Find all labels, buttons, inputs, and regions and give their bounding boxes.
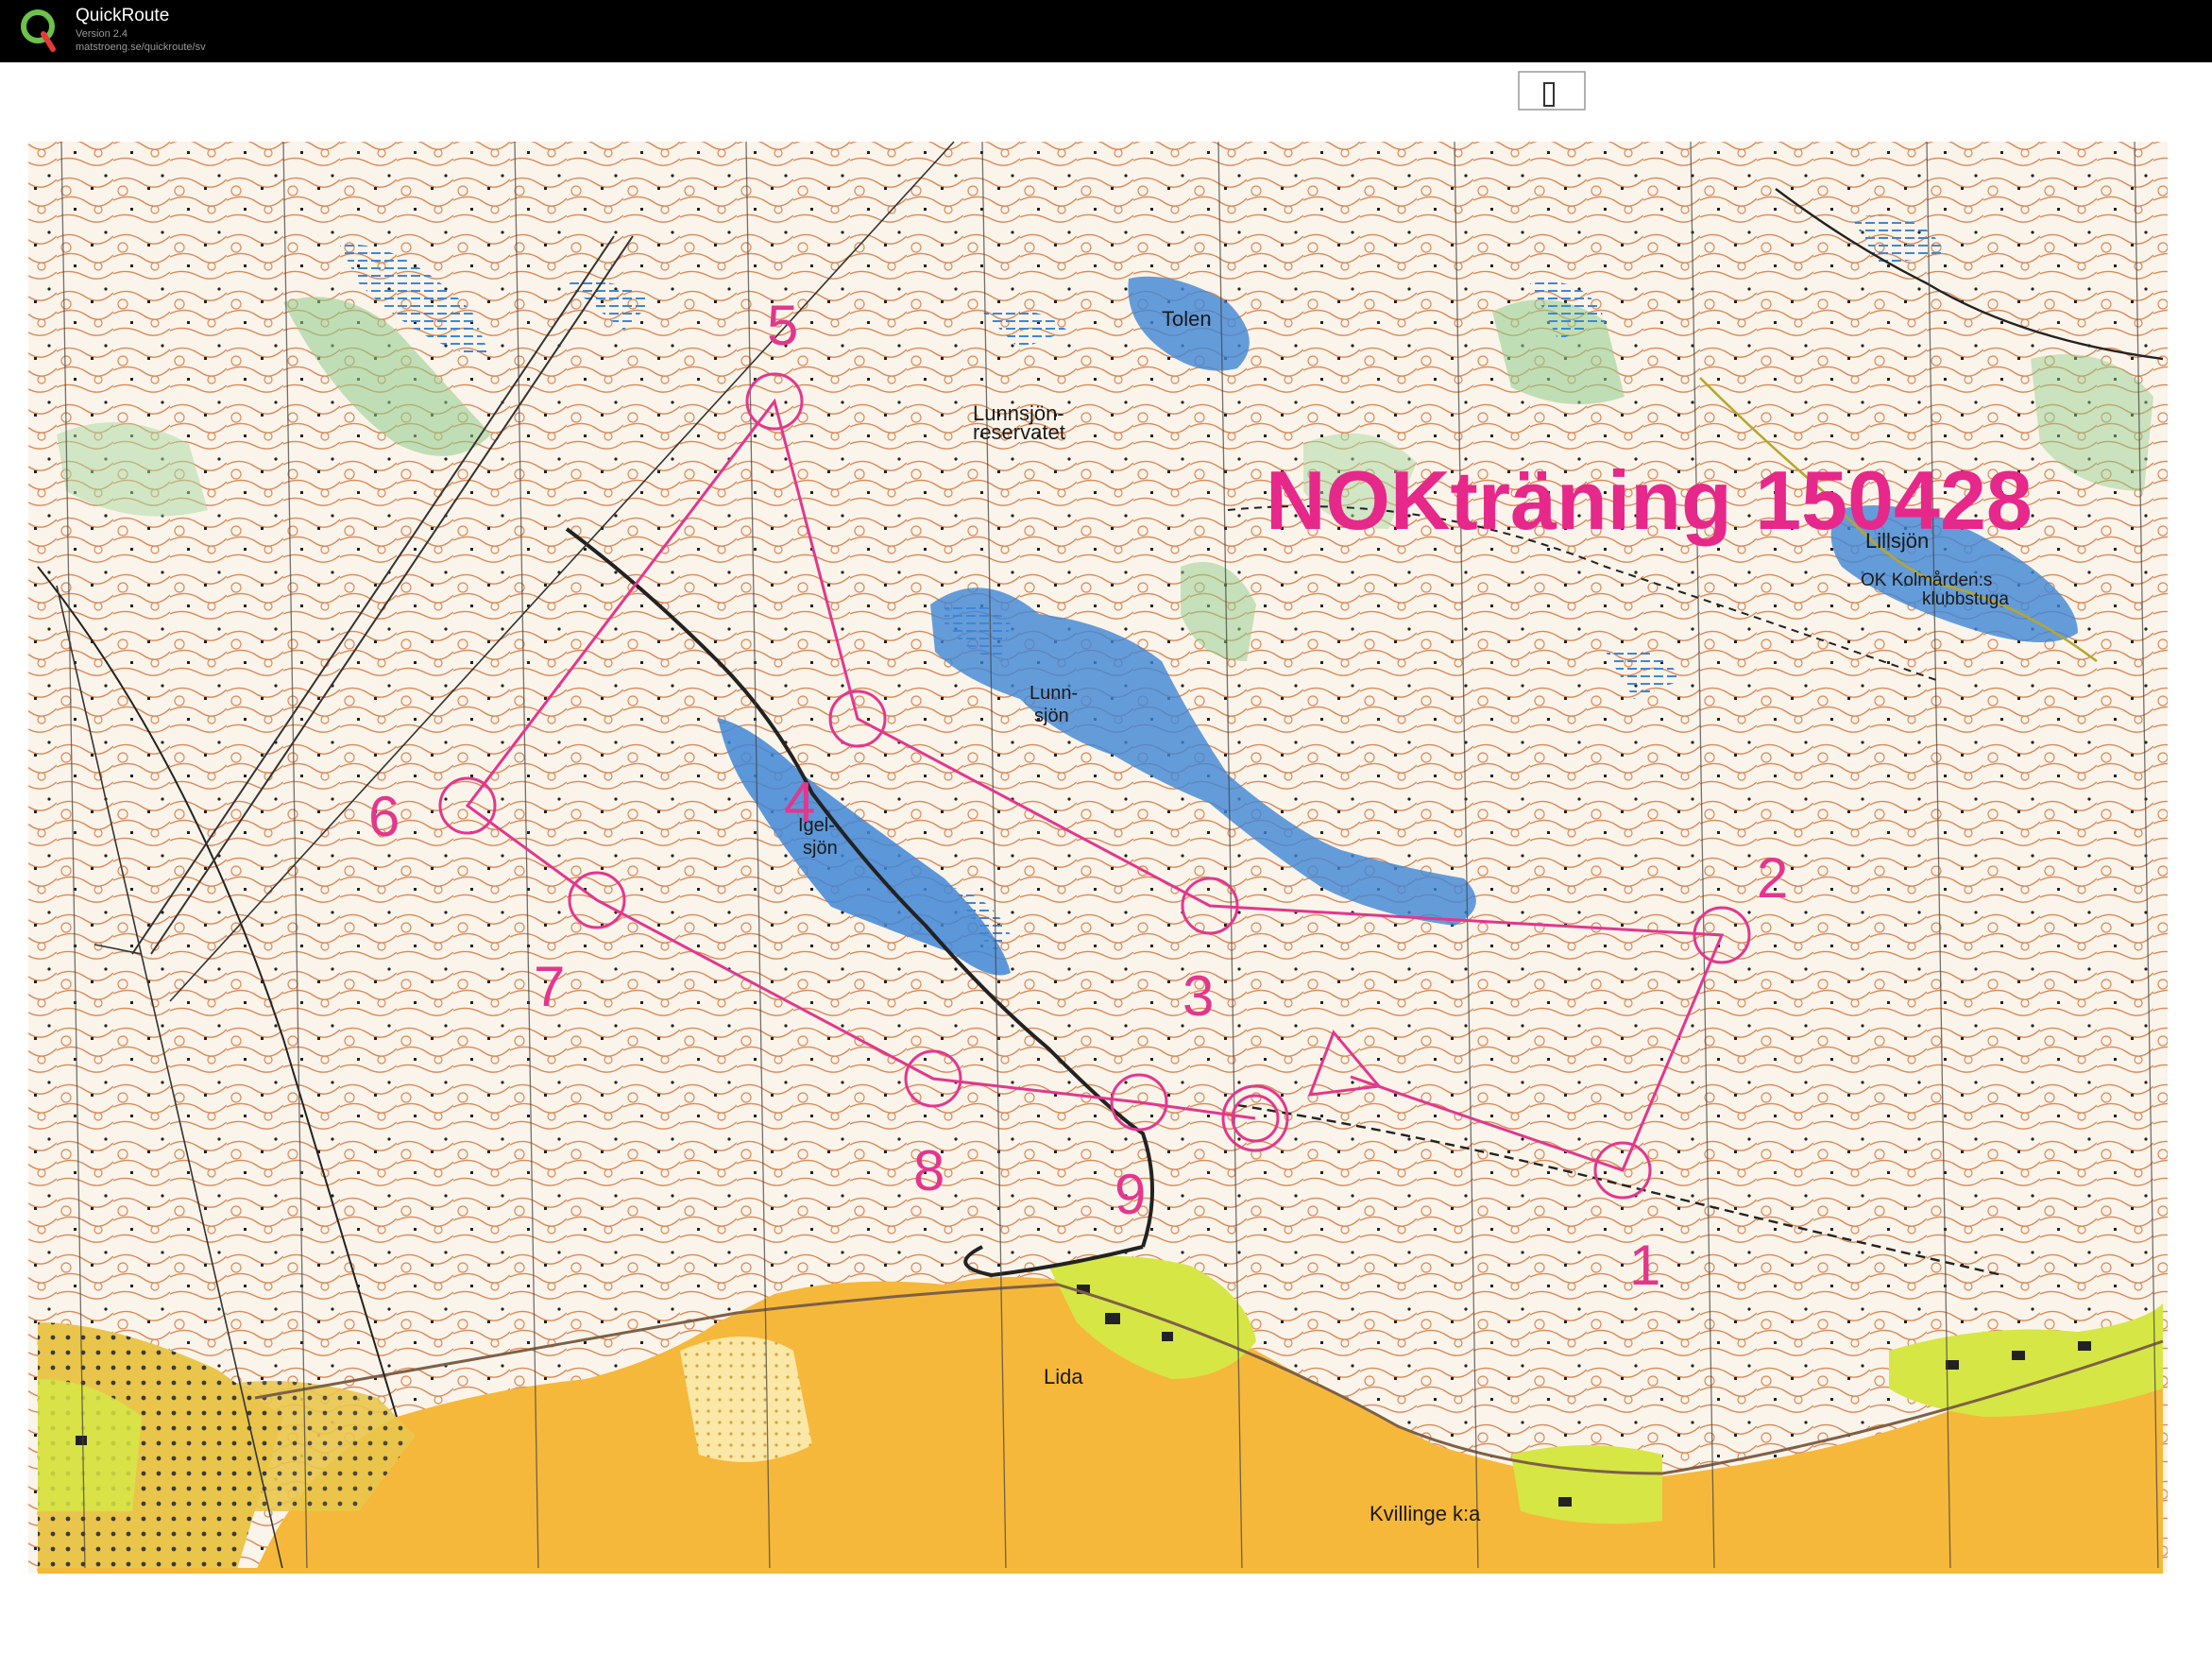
label-lunnsjon-reservatet-2: reservatet bbox=[973, 420, 1065, 444]
label-lunnsjon-1: Lunn- bbox=[1029, 683, 1078, 704]
control-number-4: 4 bbox=[784, 771, 815, 834]
label-lunnsjon-2: sjön bbox=[1034, 706, 1069, 726]
map-title: NOKträning 150428 bbox=[1266, 453, 2033, 547]
label-lida: Lida bbox=[1044, 1365, 1083, 1388]
control-number-2: 2 bbox=[1757, 846, 1788, 910]
control-number-3: 3 bbox=[1183, 964, 1214, 1028]
map-terrain bbox=[28, 71, 2168, 1574]
label-igelsjon-2: sjön bbox=[803, 838, 838, 859]
control-number-1: 1 bbox=[1629, 1234, 1660, 1297]
label-kvillinge: Kvillinge k:a bbox=[1370, 1502, 1481, 1525]
control-number-8: 8 bbox=[913, 1139, 944, 1202]
label-klubbstuga-2: klubbstuga bbox=[1922, 589, 2009, 609]
control-number-5: 5 bbox=[767, 294, 798, 357]
control-number-9: 9 bbox=[1115, 1163, 1146, 1226]
label-tolen: Tolen bbox=[1162, 307, 1212, 331]
orienteering-map[interactable]: Tolen Lunnsjön- reservatet Lillsjön OK K… bbox=[0, 0, 2212, 1669]
control-number-7: 7 bbox=[534, 955, 565, 1018]
control-number-6: 6 bbox=[368, 785, 400, 848]
label-klubbstuga-1: OK Kolmården:s bbox=[1861, 571, 1992, 590]
